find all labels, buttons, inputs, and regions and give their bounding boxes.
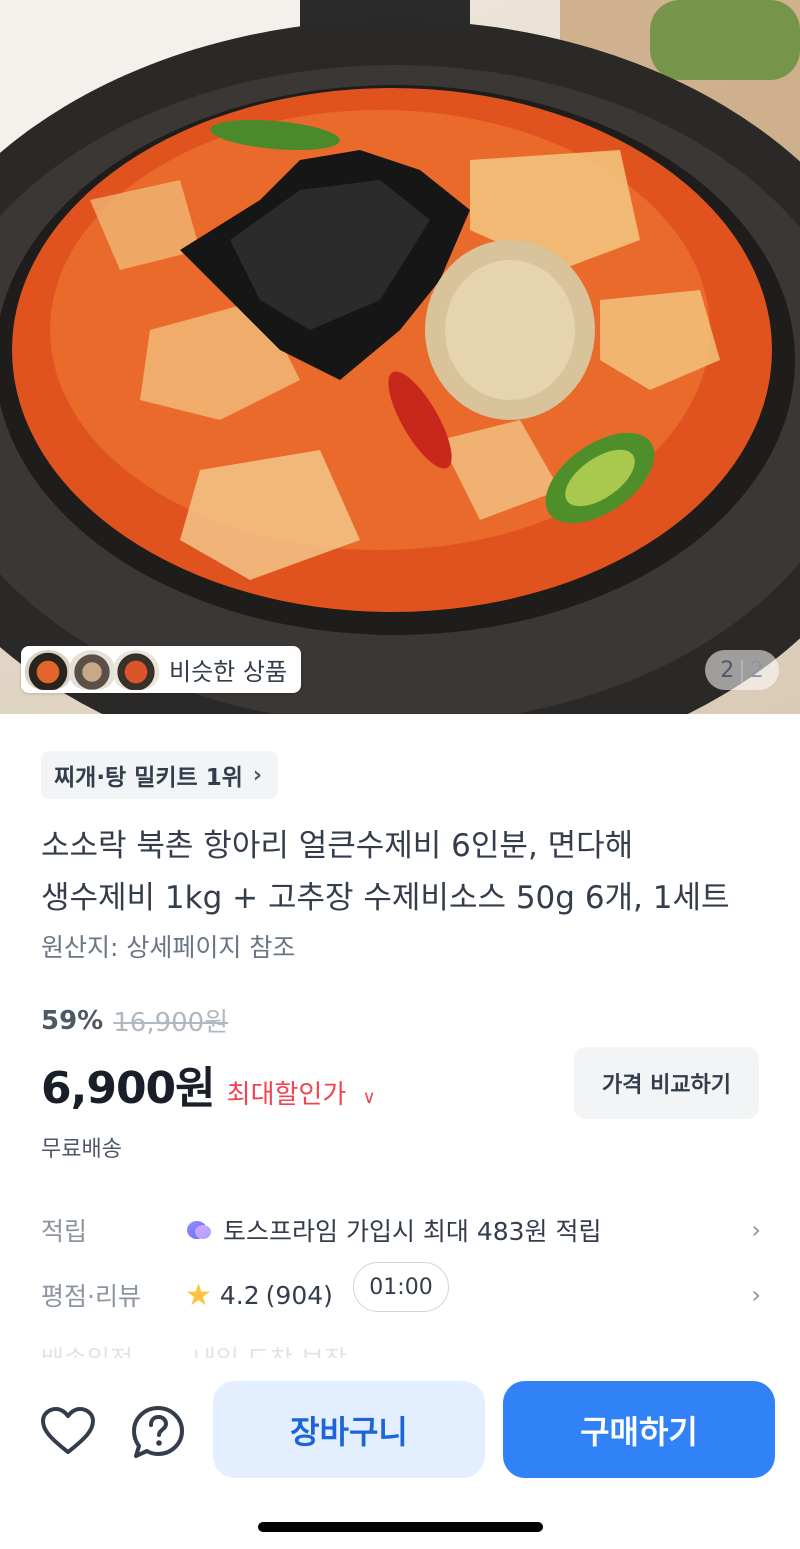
chevron-right-icon: ›: [751, 1216, 761, 1244]
product-title-line-1: 소소락 북촌 항아리 얼큰수제비 6인분, 면다해: [41, 828, 634, 864]
price-compare-button[interactable]: 가격 비교하기: [574, 1047, 759, 1119]
toss-prime-icon: [185, 1218, 213, 1242]
rating-value-wrap: ★ 4.2 (904): [185, 1278, 741, 1313]
category-rank-label: 찌개·탕 밀키트 1위: [54, 765, 243, 791]
discount-rate: 59%: [41, 1005, 104, 1036]
discount-row: 59% 16,900원: [41, 1002, 228, 1039]
star-icon: ★: [185, 1277, 212, 1313]
buy-now-button[interactable]: 구매하기: [503, 1381, 775, 1478]
price-row: 6,900원 최대할인가 ∨: [41, 1052, 376, 1116]
page-separator: |: [738, 657, 746, 683]
similar-thumbnails: [25, 649, 163, 690]
rating-label: 평점·리뷰: [41, 1282, 141, 1311]
timer-badge: 01:00: [353, 1262, 449, 1312]
chevron-right-icon: ›: [252, 762, 262, 788]
image-page-counter: 2 | 2: [705, 650, 779, 690]
points-value: 토스프라임 가입시 최대 483원 적립: [223, 1217, 602, 1246]
sale-price: 6,900원: [41, 1063, 216, 1114]
question-circle-icon: [132, 1406, 184, 1458]
similar-products-label: 비슷한 상품: [169, 658, 288, 686]
stew-illustration: [0, 0, 800, 714]
product-origin: 원산지: 상세페이지 참조: [41, 933, 296, 962]
shipping-info: 무료배송: [41, 1137, 122, 1162]
category-rank-chip[interactable]: 찌개·탕 밀키트 1위 ›: [41, 751, 278, 799]
similar-thumb-2: [69, 649, 115, 690]
page-total: 2: [749, 657, 764, 683]
heart-outline-icon: [41, 1407, 95, 1454]
product-title-line-2: 생수제비 1kg + 고추장 수제비소스 50g 6개, 1세트: [41, 880, 730, 916]
points-label: 적립: [41, 1217, 88, 1246]
product-title: 소소락 북촌 항아리 얼큰수제비 6인분, 면다해 생수제비 1kg + 고추장…: [41, 820, 761, 924]
original-price: 16,900원: [113, 1008, 229, 1038]
rating-value: 4.2: [219, 1280, 260, 1310]
add-to-cart-button[interactable]: 장바구니: [213, 1381, 485, 1478]
product-image[interactable]: 비슷한 상품 2 | 2: [0, 0, 800, 714]
chevron-down-icon: ∨: [362, 1087, 376, 1108]
similar-products-button[interactable]: 비슷한 상품: [21, 646, 301, 693]
page-current: 2: [720, 657, 735, 683]
help-button[interactable]: [130, 1404, 186, 1460]
points-value-wrap: 토스프라임 가입시 최대 483원 적립: [185, 1212, 741, 1248]
points-row[interactable]: 적립 토스프라임 가입시 최대 483원 적립 ›: [41, 1205, 761, 1255]
favorite-button[interactable]: [40, 1406, 96, 1456]
review-count: (904): [265, 1280, 333, 1310]
max-discount-toggle[interactable]: 최대할인가 ∨: [227, 1074, 376, 1111]
home-indicator: [258, 1522, 543, 1532]
chevron-right-icon: ›: [751, 1281, 761, 1309]
similar-thumb-1: [25, 649, 71, 690]
similar-thumb-3: [113, 649, 159, 690]
max-discount-label: 최대할인가: [226, 1080, 347, 1110]
